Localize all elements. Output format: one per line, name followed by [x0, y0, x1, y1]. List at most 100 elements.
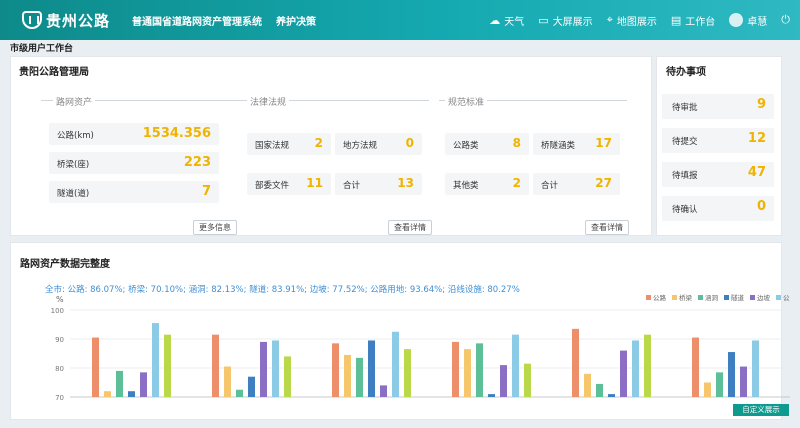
legend-label: 边坡: [757, 294, 770, 302]
nav-big-screen[interactable]: ▭ 大屏展示: [538, 13, 592, 28]
more-info-button[interactable]: 更多信息: [193, 220, 237, 235]
law-local[interactable]: 地方法规 0: [335, 133, 422, 155]
cell-label: 其他类: [453, 181, 479, 191]
standards-detail-button[interactable]: 查看详情: [585, 220, 629, 235]
todo-count: 9: [756, 97, 766, 112]
completeness-title: 路网资产数据完整度: [20, 259, 110, 270]
legend-item[interactable]: 桥梁: [672, 292, 692, 302]
user-name: 卓慧: [747, 16, 768, 28]
completeness-panel: [10, 242, 782, 420]
todo-pending-submit[interactable]: 待提交 12: [662, 128, 774, 153]
menu-maintenance-decision[interactable]: 养护决策: [276, 13, 316, 28]
todo-pending-confirm[interactable]: 待确认 0: [662, 196, 774, 221]
todo-pending-fill[interactable]: 待填报 47: [662, 162, 774, 187]
cell-label: 部委文件: [255, 181, 290, 191]
todo-label: 待提交: [672, 137, 698, 147]
cell-value: 223: [183, 155, 211, 170]
todo-title: 待办事项: [666, 67, 706, 78]
asset-tunnels[interactable]: 隧道(道) 7: [49, 181, 219, 203]
nav-weather[interactable]: ☁ 天气: [489, 13, 524, 28]
cell-label: 地方法规: [343, 141, 378, 151]
breadcrumb: 市级用户工作台: [10, 44, 74, 54]
nav-map[interactable]: ⌖ 地图展示: [607, 13, 657, 28]
cell-value: 27: [595, 176, 612, 190]
cell-value: 11: [306, 176, 323, 190]
section-title: 法律法规: [247, 95, 290, 108]
law-total[interactable]: 合计 13: [335, 173, 422, 195]
legend-label: 桥梁: [679, 294, 692, 302]
cell-value: 2: [512, 176, 521, 190]
legend-item[interactable]: 边坡: [750, 292, 770, 302]
todo-pending-approval[interactable]: 待审批 9: [662, 94, 774, 119]
logo[interactable]: 贵州公路: [22, 10, 110, 31]
legend-item[interactable]: 公路: [646, 292, 666, 302]
logo-icon: [22, 11, 42, 29]
monitor-icon: ▭: [538, 13, 549, 27]
top-nav: ☁ 天气 ▭ 大屏展示 ⌖ 地图展示 ▤ 工作台 卓慧 ⏻: [475, 0, 794, 40]
nav-workbench[interactable]: ▤ 工作台: [671, 13, 715, 28]
todo-label: 待审批: [672, 103, 698, 113]
cell-value: 1534.356: [142, 126, 211, 141]
desk-icon: ▤: [670, 13, 682, 27]
nav-label: 天气: [504, 16, 525, 28]
logout-button[interactable]: ⏻: [781, 13, 794, 27]
legend-item[interactable]: 涵洞: [698, 292, 718, 302]
legend-swatch: [672, 294, 677, 300]
cell-label: 公路(km): [57, 131, 94, 141]
map-pin-icon: ⌖: [606, 13, 613, 26]
nav-label: 大屏展示: [552, 16, 593, 28]
nav-label: 地图展示: [616, 16, 657, 28]
overview-panel: 贵阳公路管理局 路网资产 公路(km) 1534.356 桥梁(座) 223 隧…: [10, 56, 652, 236]
cloud-icon: ☁: [489, 13, 501, 27]
asset-bridges[interactable]: 桥梁(座) 223: [49, 152, 219, 174]
legend-label: 公路用地: [783, 294, 790, 302]
cell-label: 公路类: [453, 141, 479, 151]
nav-label: 工作台: [685, 16, 716, 28]
cell-label: 合计: [541, 181, 559, 191]
laws-detail-button[interactable]: 查看详情: [388, 220, 432, 235]
cell-label: 隧道(道): [57, 189, 90, 199]
legend-swatch: [750, 294, 755, 300]
avatar: [729, 13, 744, 27]
law-national[interactable]: 国家法规 2: [247, 133, 331, 155]
cell-value: 7: [201, 184, 211, 199]
todo-count: 0: [756, 199, 766, 214]
legend-item[interactable]: 公路用地: [776, 292, 790, 302]
todo-count: 12: [747, 131, 766, 146]
user-menu[interactable]: 卓慧: [729, 13, 767, 28]
legend-swatch: [646, 294, 651, 300]
chart-legend: 公路桥梁涵洞隧道边坡公路用地沿线设施: [640, 292, 790, 302]
legend-label: 涵洞: [705, 294, 718, 302]
legend-swatch: [724, 294, 729, 300]
top-header: 贵州公路 普通国省道路网资产管理系统 养护决策 ☁ 天气 ▭ 大屏展示 ⌖ 地图…: [0, 0, 800, 40]
legend-item[interactable]: 隧道: [724, 292, 744, 302]
cell-label: 合计: [343, 181, 361, 191]
legend-label: 隧道: [731, 294, 744, 302]
legend-swatch: [698, 294, 703, 300]
cell-label: 桥梁(座): [57, 160, 90, 170]
cell-label: 国家法规: [255, 141, 290, 151]
custom-display-button[interactable]: 自定义展示: [733, 404, 789, 416]
system-name[interactable]: 普通国省道路网资产管理系统: [132, 13, 262, 28]
laws-section: 法律法规 国家法规 2 地方法规 0 部委文件 11 合计 13 查看详情: [241, 95, 436, 235]
standard-total[interactable]: 合计 27: [533, 173, 620, 195]
standard-road[interactable]: 公路类 8: [445, 133, 529, 155]
asset-road-length[interactable]: 公路(km) 1534.356: [49, 123, 219, 145]
cell-value: 2: [314, 136, 323, 150]
road-assets-section: 路网资产 公路(km) 1534.356 桥梁(座) 223 隧道(道) 7 更…: [41, 95, 241, 235]
logo-text: 贵州公路: [46, 11, 111, 30]
standard-other[interactable]: 其他类 2: [445, 173, 529, 195]
section-title: 规范标准: [445, 95, 488, 108]
todo-label: 待填报: [672, 171, 698, 181]
cell-label: 桥隧涵类: [541, 141, 576, 151]
standard-bridge-tunnel[interactable]: 桥隧涵类 17: [533, 133, 620, 155]
completeness-summary: 全市: 公路: 86.07%; 桥梁: 70.10%; 涵洞: 82.13%; …: [45, 285, 520, 295]
cell-value: 17: [595, 136, 612, 150]
todo-count: 47: [747, 165, 766, 180]
panel-title: 贵阳公路管理局: [19, 67, 89, 78]
legend-label: 公路: [653, 294, 666, 302]
cell-value: 8: [512, 136, 521, 150]
standards-section: 规范标准 公路类 8 桥隧涵类 17 其他类 2 合计 27 查看详情: [439, 95, 634, 235]
cell-value: 13: [397, 176, 414, 190]
law-ministry[interactable]: 部委文件 11: [247, 173, 331, 195]
